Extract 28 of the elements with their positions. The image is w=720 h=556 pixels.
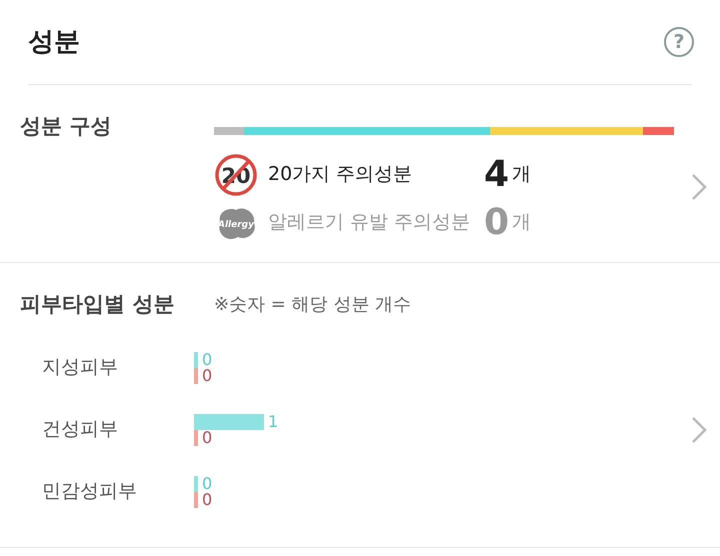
count-value: 0 (202, 368, 212, 384)
good-count-bar (194, 476, 198, 492)
bad-count-bar (194, 492, 198, 508)
section-title: 성분 (28, 26, 80, 58)
row-label: 알레르기 유발 주의성분 (268, 210, 472, 236)
count-value: 1 (268, 414, 278, 430)
count-value: 0 (202, 430, 212, 446)
section-label: 피부타입별 성분 (20, 291, 176, 318)
count-value: 0 (202, 352, 212, 368)
count-value: 0 (202, 492, 212, 508)
chevron-right-icon[interactable] (690, 172, 708, 202)
skin-type-label: 지성피부 (41, 355, 119, 380)
legend-note: ※숫자 = 해당 성분 개수 (214, 293, 412, 318)
unit-label: 개 (512, 162, 531, 188)
count-value: 0 (484, 204, 510, 240)
skin-type-label: 건성피부 (41, 417, 119, 442)
good-count-bar (194, 352, 198, 368)
row-label: 20가지 주의성분 (268, 162, 414, 188)
unit-label: 개 (512, 210, 531, 236)
help-icon[interactable]: ? (664, 27, 694, 57)
skin-type-label: 민감성피부 (41, 479, 138, 504)
count-value: 0 (202, 476, 212, 492)
section-label: 성분 구성 (20, 113, 112, 140)
count-value: 4 (484, 156, 510, 192)
bad-count-bar (194, 430, 198, 446)
bad-count-bar (194, 368, 198, 384)
chevron-right-icon[interactable] (690, 414, 708, 444)
good-count-bar (194, 414, 264, 430)
